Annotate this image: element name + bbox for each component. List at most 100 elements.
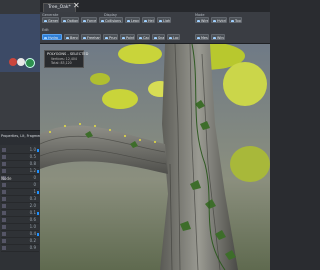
toolbar-button-options[interactable]: Options (61, 17, 79, 23)
property-swatch (2, 232, 6, 236)
toolbar-button-help[interactable]: Help (142, 17, 155, 23)
property-value[interactable]: 0.2 (30, 238, 36, 243)
property-row[interactable]: 0.6 (1, 217, 39, 224)
toolbar-button-label: Cage (143, 36, 150, 40)
toolbar-button-forces[interactable]: Forces (81, 17, 97, 23)
property-row[interactable]: 0.9 (1, 245, 39, 252)
property-swatch (2, 197, 6, 201)
toolbar-button-prune[interactable]: Prune (103, 34, 118, 40)
property-swatch (2, 239, 6, 243)
snap-icon (154, 36, 157, 39)
group-label-edit: Edit (42, 28, 49, 32)
toolbar-button-label: Mesh (201, 36, 208, 40)
property-value[interactable]: 0.5 (30, 154, 36, 159)
property-row[interactable]: 0.2 (1, 238, 39, 245)
property-row[interactable]: 0.4 (1, 231, 39, 238)
property-swatch (2, 225, 6, 229)
3d-viewport[interactable]: POLYGONS - SELECTED Vertices: 12,404 Tot… (40, 44, 270, 270)
section-label: Node (1, 176, 12, 181)
lock-icon (169, 36, 172, 39)
property-value[interactable]: 1.2 (30, 168, 36, 173)
hud-total: Total: 83,120 (51, 61, 72, 65)
toolbar-button-generate[interactable]: Generate (42, 17, 59, 23)
property-row[interactable]: 0.5 (1, 154, 39, 161)
document-tabbar: Tree_Oak* ✕ (40, 0, 270, 12)
green-node-icon[interactable] (25, 58, 35, 68)
leaves-icon (127, 19, 130, 22)
property-row[interactable]: 1.0 (1, 224, 39, 231)
property-row[interactable]: 1.0 (1, 147, 39, 154)
white-node-icon[interactable] (17, 58, 25, 66)
left-panel: Properties, Lit, Fragments, Parameters 1… (0, 0, 66, 270)
properties-tabbar[interactable]: Properties, Lit, Fragments, Parameters (0, 130, 66, 146)
toolbar-button-wind[interactable]: Wind (211, 34, 225, 40)
toolbar-button-wire[interactable]: Wire (195, 17, 209, 23)
toolbar-button-label: Hybrid (217, 19, 227, 23)
property-swatch (2, 204, 6, 208)
property-swatch (2, 162, 6, 166)
toolbar-button-label: Leaves (131, 19, 139, 23)
property-swatch (2, 190, 6, 194)
property-value[interactable]: 0.3 (30, 196, 36, 201)
node-graph[interactable] (0, 14, 40, 73)
toolbar-button-label: Lock (173, 36, 180, 40)
property-row[interactable]: 0.3 (1, 196, 39, 203)
points-icon (122, 36, 125, 39)
property-row[interactable]: 1.2 (1, 168, 39, 175)
toolbar-button-label: Options (67, 19, 79, 23)
bend-icon (66, 36, 69, 39)
property-swatch (2, 246, 6, 250)
row-marker (37, 170, 39, 173)
toolbar-button-leaves[interactable]: Leaves (125, 17, 140, 23)
toolbar-button-label: Wire (201, 19, 209, 23)
row-marker (37, 212, 39, 215)
property-swatch (2, 155, 6, 159)
help-icon (144, 19, 147, 22)
property-row[interactable]: 0.1 (1, 210, 39, 217)
hud-title: POLYGONS - SELECTED (47, 52, 89, 56)
close-icon[interactable]: ✕ (73, 1, 80, 11)
toolbar-button-collisions[interactable]: Collisions (99, 17, 123, 23)
toolbar-button-hybrid[interactable]: Hybrid (211, 17, 227, 23)
row-marker (37, 191, 39, 194)
property-value[interactable]: 0 (33, 175, 36, 180)
collisions-icon (101, 19, 104, 22)
property-list[interactable]: 1.0 0.5 0.8 1.2 0 0 1 0.3 2.0 0.1 0.6 1.0 0.4 0.2 0.9 (0, 145, 40, 270)
property-value[interactable]: 1.0 (30, 147, 36, 152)
toolbar-button-bend[interactable]: Bend (64, 34, 79, 40)
property-value[interactable]: 1.0 (30, 224, 36, 229)
property-value[interactable]: 2.0 (30, 203, 36, 208)
toolbar-button-lock[interactable]: Lock (167, 34, 180, 40)
document-tab[interactable]: Tree_Oak* (43, 3, 76, 12)
toolbar-button-mesh[interactable]: Mesh (195, 34, 209, 40)
toolbar-button-tools[interactable]: Tools (229, 17, 242, 23)
property-value[interactable]: 1 (33, 189, 36, 194)
property-swatch (2, 218, 6, 222)
toolbar-button-label: Points (126, 36, 135, 40)
generate-icon (44, 19, 47, 22)
red-node-icon[interactable] (9, 58, 17, 66)
toolbar-button-freehand[interactable]: Freehand (81, 34, 101, 40)
property-value[interactable]: 0.9 (30, 245, 36, 250)
property-row[interactable]: 2.0 (1, 203, 39, 210)
property-value[interactable]: 0 (33, 182, 36, 187)
toolbar-button-cage[interactable]: Cage (137, 34, 150, 40)
ribbon-toolbar: Generate Display Mode Edit GenerateOptio… (40, 12, 270, 44)
toolbar-button-label: Wind (217, 36, 225, 40)
property-value[interactable]: 0.8 (30, 161, 36, 166)
property-row[interactable]: 1 (1, 189, 39, 196)
property-row[interactable]: 0.8 (1, 161, 39, 168)
row-marker (37, 149, 39, 152)
freehand-icon (83, 36, 86, 39)
toolbar-button-points[interactable]: Points (120, 34, 135, 40)
property-value[interactable]: 0.1 (30, 210, 36, 215)
toolbar-button-snap[interactable]: Snap (152, 34, 165, 40)
property-value[interactable]: 0.4 (30, 231, 36, 236)
toolbar-button-hydro[interactable]: Hydro (42, 34, 62, 40)
property-value[interactable]: 0.6 (30, 217, 36, 222)
toolbar-button-label: Generate (48, 19, 59, 23)
hydro-icon (44, 36, 47, 39)
property-row[interactable]: 0 (1, 182, 39, 189)
selection-info-overlay: POLYGONS - SELECTED Vertices: 12,404 Tot… (44, 50, 88, 68)
toolbar-button-light[interactable]: Light (157, 17, 171, 23)
